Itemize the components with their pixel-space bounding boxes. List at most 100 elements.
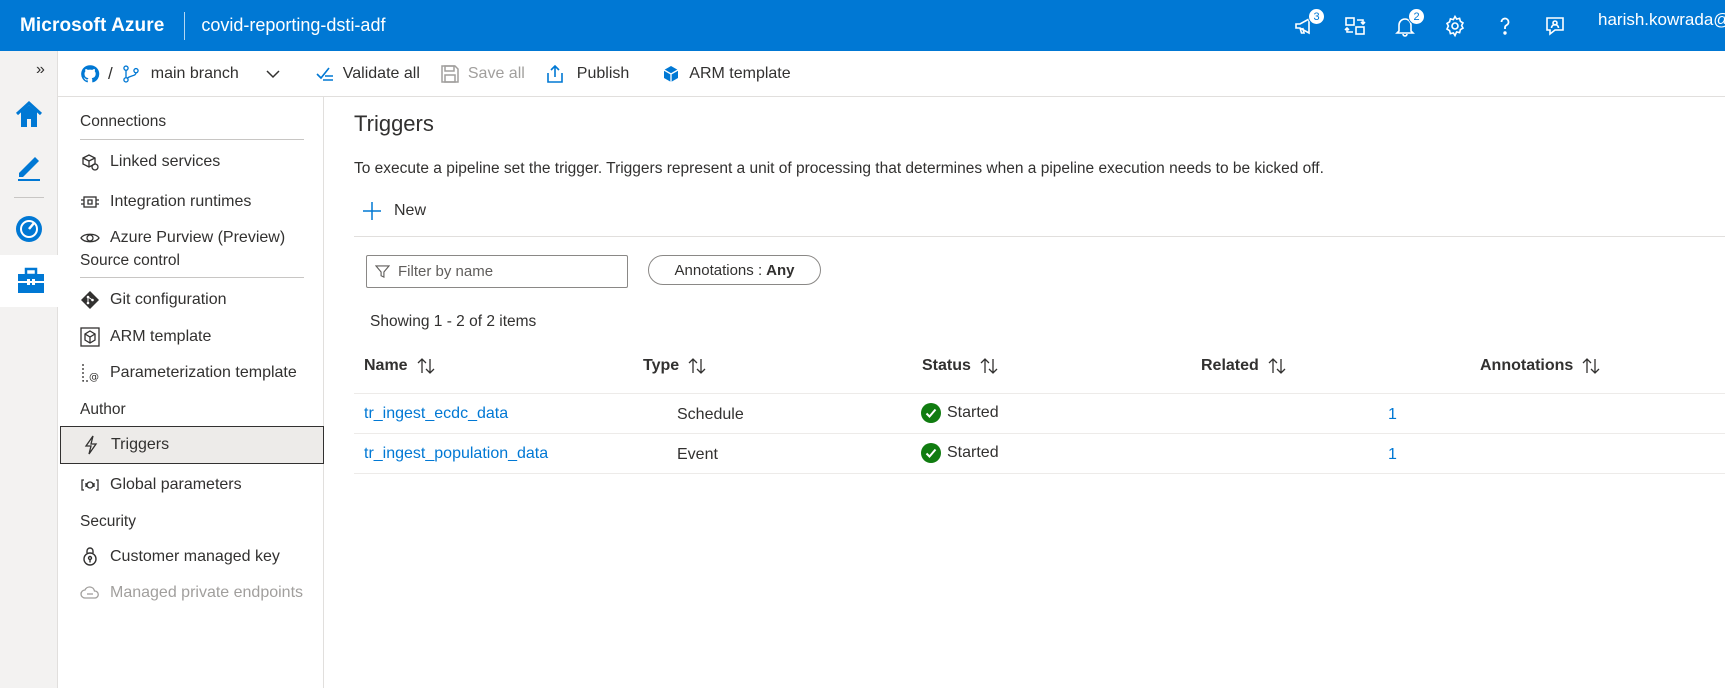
nav-linked-services[interactable]: Linked services: [58, 143, 324, 181]
parameter-template-icon: @: [82, 364, 99, 383]
announcements-badge: 3: [1308, 8, 1325, 25]
column-header-type[interactable]: Type: [643, 357, 707, 375]
svg-text:@: @: [89, 372, 99, 383]
brand-title[interactable]: Microsoft Azure: [0, 15, 164, 37]
nav-parameterization-template[interactable]: @ Parameterization template: [58, 354, 324, 392]
pencil-icon: [18, 157, 40, 181]
filter-by-name-input[interactable]: [398, 263, 618, 280]
new-trigger-button[interactable]: New: [362, 201, 426, 221]
publish-label: Publish: [576, 64, 630, 82]
nav-arm-template[interactable]: ARM template: [58, 318, 324, 356]
nav-integration-runtimes[interactable]: Integration runtimes: [58, 183, 324, 221]
column-header-status[interactable]: Status: [922, 357, 999, 375]
sort-arrows-icon: [417, 358, 435, 374]
connections-header: Connections: [80, 113, 167, 130]
gear-icon: [1445, 14, 1465, 37]
github-repo-button[interactable]: [80, 51, 100, 97]
command-bar-divider: [354, 236, 1725, 237]
feedback-icon: [1546, 16, 1564, 36]
help-button[interactable]: [1480, 0, 1530, 51]
nav-global-parameters[interactable]: Global parameters: [58, 466, 324, 504]
branch-label: main branch: [150, 64, 239, 82]
switch-directory-button[interactable]: [1330, 0, 1380, 51]
arm-template-button[interactable]: ARM template: [661, 51, 791, 97]
section-divider: [80, 277, 304, 278]
nav-git-configuration[interactable]: Git configuration: [58, 281, 324, 319]
nav-customer-managed-key[interactable]: Customer managed key: [58, 538, 324, 576]
brand-divider: [184, 11, 186, 40]
directory-switch-icon: [1344, 16, 1366, 35]
linked-services-icon: [82, 154, 99, 171]
top-bar: Microsoft Azure covid-reporting-dsti-adf…: [0, 0, 1725, 51]
nav-label: Git configuration: [110, 291, 227, 308]
sort-arrows-icon: [980, 358, 998, 374]
column-header-annotations[interactable]: Annotations: [1480, 357, 1601, 375]
related-count-link[interactable]: 1: [1388, 446, 1397, 464]
validate-all-button[interactable]: Validate all: [315, 51, 420, 97]
user-account[interactable]: harish.kowrada@: [1598, 10, 1725, 30]
filter-funnel-icon: [375, 265, 390, 279]
filter-box: [366, 255, 628, 288]
home-icon: [15, 100, 43, 127]
git-diamond-icon: [81, 291, 99, 309]
announcements-button[interactable]: 3: [1280, 0, 1330, 51]
items-count: Showing 1 - 2 of 2 items: [370, 313, 537, 330]
cloud-endpoint-icon: [80, 586, 99, 599]
save-all-button[interactable]: Save all: [440, 51, 525, 97]
security-header: Security: [80, 513, 136, 530]
page-description: To execute a pipeline set the trigger. T…: [354, 160, 1324, 177]
checkmark-circle-icon: [921, 443, 941, 463]
column-label: Annotations: [1480, 357, 1574, 374]
author-header: Author: [80, 401, 126, 418]
nav-triggers[interactable]: Triggers: [60, 426, 324, 464]
column-header-related[interactable]: Related: [1201, 357, 1287, 375]
column-label: Name: [364, 357, 408, 374]
cube-icon: [663, 65, 679, 82]
trigger-name-link[interactable]: tr_ingest_ecdc_data: [364, 405, 508, 423]
column-label: Related: [1201, 357, 1259, 374]
nav-label: Integration runtimes: [110, 193, 252, 210]
sort-arrows-icon: [688, 358, 706, 374]
validate-all-label: Validate all: [342, 64, 420, 82]
related-count-link[interactable]: 1: [1388, 406, 1397, 424]
page-title: Triggers: [354, 111, 434, 136]
toolbox-icon: [17, 267, 44, 293]
nav-label: Triggers: [111, 436, 170, 453]
source-control-header: Source control: [80, 252, 180, 269]
trigger-name-link[interactable]: tr_ingest_population_data: [364, 445, 548, 463]
save-all-label: Save all: [467, 64, 525, 82]
column-label: Type: [643, 357, 680, 374]
annotations-filter-pill[interactable]: Annotations : Any: [648, 255, 821, 285]
status-text: Started: [947, 444, 999, 461]
publish-button[interactable]: Publish: [545, 51, 629, 97]
trigger-type: Schedule: [677, 406, 744, 423]
notifications-button[interactable]: 2: [1380, 0, 1430, 51]
branch-selector[interactable]: main branch: [121, 51, 281, 97]
status-text: Started: [947, 404, 999, 421]
nav-managed-private-endpoints[interactable]: Managed private endpoints: [58, 574, 324, 612]
feedback-button[interactable]: [1530, 0, 1580, 51]
annotations-filter-value: Any: [766, 261, 795, 279]
nav-label: Managed private endpoints: [110, 584, 304, 601]
new-trigger-label: New: [394, 202, 427, 219]
rail-author[interactable]: [0, 141, 58, 193]
column-header-name[interactable]: Name: [364, 357, 436, 375]
nav-label: Customer managed key: [110, 548, 280, 565]
settings-button[interactable]: [1430, 0, 1480, 51]
monitor-gauge-icon: [16, 216, 42, 242]
rail-manage[interactable]: [0, 255, 58, 307]
nav-label: Azure Purview (Preview): [110, 229, 286, 246]
notifications-badge: 2: [1408, 8, 1425, 25]
rail-monitor[interactable]: [0, 203, 58, 255]
arm-template-label: ARM template: [689, 64, 791, 82]
rail-home[interactable]: [0, 89, 58, 141]
eye-icon: [80, 233, 100, 243]
row-divider: [354, 473, 1725, 474]
expand-rail-icon[interactable]: »: [36, 61, 45, 79]
lightning-bolt-icon: [84, 435, 98, 455]
factory-name[interactable]: covid-reporting-dsti-adf: [201, 15, 385, 36]
validate-check-icon: [316, 67, 333, 81]
global-parameters-icon: [81, 479, 99, 491]
left-rail: »: [0, 51, 58, 688]
manage-side-nav: Connections Linked services Integration …: [58, 97, 324, 688]
